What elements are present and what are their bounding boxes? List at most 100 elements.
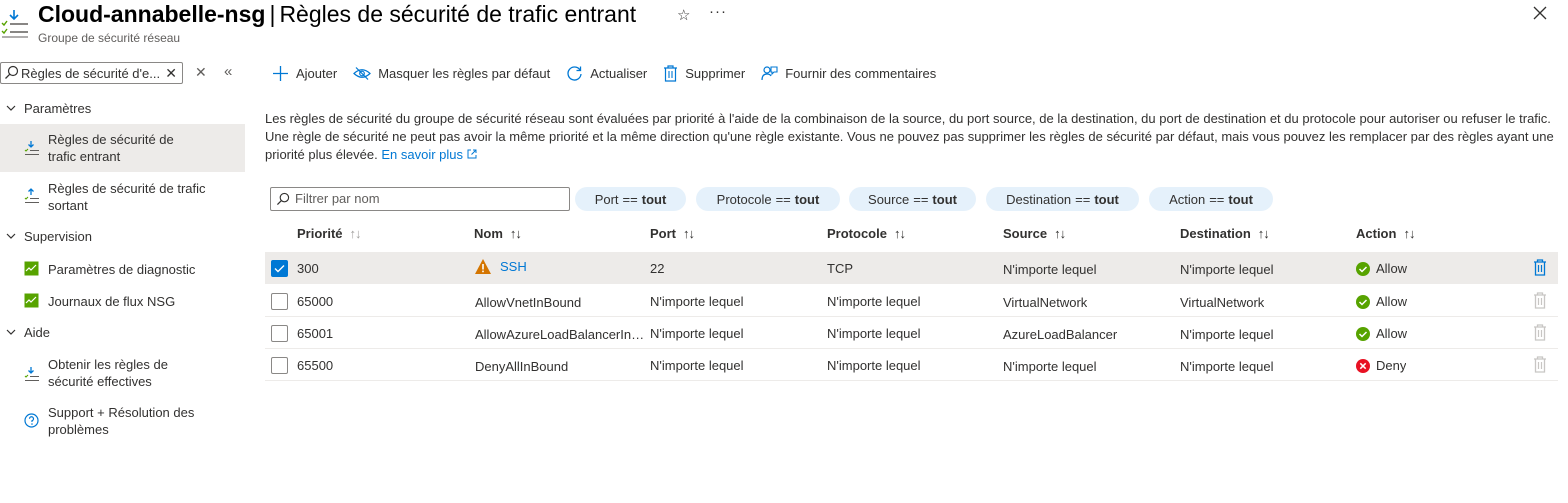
description-line: Une règle de sécurité ne peut pas avoir … (265, 129, 1554, 144)
deny-icon (1356, 358, 1370, 373)
description-line: Les règles de sécurité du groupe de sécu… (265, 111, 1551, 126)
cell-name: SSH (474, 258, 527, 275)
cell-priority: 65000 (297, 294, 334, 309)
sidebar-item-diagnostic-settings[interactable]: Paramètres de diagnostic (0, 254, 245, 284)
cell-action: Allow (1356, 261, 1407, 276)
chevron-down-icon (6, 329, 16, 335)
column-header-protocol[interactable]: Protocole ↑↓ (827, 226, 906, 241)
cell-destination: N'importe lequel (1180, 262, 1274, 277)
cell-port: N'importe lequel (650, 326, 744, 341)
blade-title: Règles de sécurité de trafic entrant (279, 1, 637, 27)
column-header-source[interactable]: Source ↑↓ (1003, 226, 1066, 241)
outbound-rules-icon (24, 188, 39, 203)
row-checkbox[interactable] (271, 357, 288, 374)
command-bar: Ajouter Masquer les règles par défaut Ac… (272, 62, 952, 84)
allow-icon (1356, 261, 1370, 276)
eye-hide-icon (353, 66, 372, 80)
delete-row-icon[interactable] (1533, 259, 1547, 276)
column-header-port[interactable]: Port ↑↓ (650, 226, 695, 241)
cell-destination: N'importe lequel (1180, 359, 1274, 374)
close-icon[interactable] (1531, 4, 1549, 22)
sidebar-item-inbound-rules[interactable]: Règles de sécurité de trafic entrant (0, 124, 245, 172)
allow-icon (1356, 294, 1370, 309)
sidebar-item-outbound-rules[interactable]: Règles de sécurité de trafic sortant (0, 172, 245, 220)
sidebar-item-effective-rules[interactable]: Obtenir les règles de sécurité effectives (0, 349, 245, 397)
table-row[interactable]: 65000 AllowVnetInBound N'importe lequel … (265, 285, 1558, 317)
cell-source: VirtualNetwork (1003, 295, 1088, 310)
cell-protocol: N'importe lequel (827, 294, 921, 309)
sidebar-group-supervision[interactable]: Supervision (0, 224, 92, 248)
sort-icon: ↑↓ (893, 226, 906, 241)
sidebar-search-value: Règles de sécurité d'e... (21, 66, 161, 81)
inbound-rules-icon (24, 141, 39, 155)
add-button[interactable]: Ajouter (272, 65, 337, 82)
column-header-name[interactable]: Nom ↑↓ (474, 226, 522, 241)
row-checkbox[interactable] (271, 260, 288, 277)
refresh-icon (567, 65, 582, 81)
table-row[interactable]: 300 SSH 22 TCP N'importe lequel N'import… (265, 252, 1558, 284)
collapse-sidebar-icon[interactable]: « (224, 63, 232, 80)
cell-destination: N'importe lequel (1180, 327, 1274, 342)
cell-name: AllowAzureLoadBalancerIn… (475, 327, 643, 342)
cell-action: Allow (1356, 326, 1407, 341)
table-row[interactable]: 65500 DenyAllInBound N'importe lequel N'… (265, 349, 1558, 381)
rule-name-link[interactable]: SSH (500, 259, 527, 274)
support-icon (24, 413, 39, 428)
cell-port: N'importe lequel (650, 294, 744, 309)
cell-priority: 65001 (297, 326, 334, 341)
refresh-label: Actualiser (590, 65, 648, 81)
cell-destination: VirtualNetwork (1180, 295, 1265, 310)
hide-default-rules-button[interactable]: Masquer les règles par défaut (353, 66, 550, 81)
search-icon (276, 192, 290, 206)
sidebar-item-label: Obtenir les règles de sécurité effectives (48, 357, 168, 389)
filter-pill-protocol[interactable]: Protocole == tout (696, 187, 840, 211)
resource-name: Cloud-annabelle-nsg (38, 1, 266, 27)
cell-source: N'importe lequel (1003, 359, 1097, 374)
close-search-icon[interactable]: ✕ (195, 64, 207, 81)
nsg-rules-icon (1, 10, 28, 38)
refresh-button[interactable]: Actualiser (566, 65, 647, 82)
learn-more-link[interactable]: En savoir plus (381, 147, 477, 162)
cell-port: N'importe lequel (650, 358, 744, 373)
row-checkbox[interactable] (271, 293, 288, 310)
sidebar-item-support[interactable]: Support + Résolution des problèmes (0, 397, 245, 445)
clear-search-icon[interactable]: ✕ (165, 65, 177, 82)
delete-row-icon (1534, 356, 1546, 373)
sidebar-group-label: Supervision (24, 228, 92, 244)
sidebar-search-input[interactable]: Règles de sécurité d'e... ✕ (0, 62, 183, 84)
description-line: priorité plus élevée. (265, 147, 378, 162)
sidebar-group-parametres[interactable]: Paramètres (0, 96, 91, 120)
allow-icon (1356, 326, 1370, 341)
filter-pill-action[interactable]: Action == tout (1149, 187, 1273, 211)
sidebar-item-flow-logs[interactable]: Journaux de flux NSG (0, 286, 245, 316)
cell-priority: 65500 (297, 358, 334, 373)
sidebar-group-aide[interactable]: Aide (0, 320, 50, 344)
column-header-action[interactable]: Action ↑↓ (1356, 226, 1415, 241)
filter-pill-port[interactable]: Port == tout (575, 187, 686, 211)
row-checkbox[interactable] (271, 325, 288, 342)
sort-icon: ↑↓ (683, 226, 695, 241)
filter-pill-destination[interactable]: Destination == tout (986, 187, 1139, 211)
column-header-destination[interactable]: Destination ↑↓ (1180, 226, 1270, 241)
filter-text-field[interactable] (295, 191, 563, 206)
cell-protocol: TCP (827, 261, 853, 276)
cell-name: AllowVnetInBound (475, 295, 582, 310)
sidebar-item-label: Paramètres de diagnostic (48, 262, 196, 277)
cell-action: Deny (1356, 358, 1406, 373)
more-icon[interactable]: ··· (709, 3, 727, 20)
sidebar-group-label: Aide (24, 324, 51, 340)
column-header-priority[interactable]: Priorité ↑↓ (297, 226, 362, 241)
table-row[interactable]: 65001 AllowAzureLoadBalancerIn… N'import… (265, 317, 1558, 349)
filter-pill-source[interactable]: Source == tout (849, 187, 976, 211)
sort-icon: ↑↓ (509, 226, 522, 241)
feedback-button[interactable]: Fournir des commentaires (761, 65, 936, 82)
sort-icon: ↑↓ (1054, 226, 1066, 241)
sidebar-item-label: Journaux de flux NSG (48, 294, 176, 309)
external-link-icon (467, 149, 477, 159)
delete-button[interactable]: Supprimer (663, 64, 745, 82)
sort-icon: ↑↓ (1403, 226, 1415, 241)
star-icon[interactable]: ☆ (677, 6, 690, 24)
sidebar-group-label: Paramètres (24, 100, 92, 116)
delete-row-icon (1534, 324, 1546, 341)
filter-by-name-input[interactable] (270, 187, 570, 211)
